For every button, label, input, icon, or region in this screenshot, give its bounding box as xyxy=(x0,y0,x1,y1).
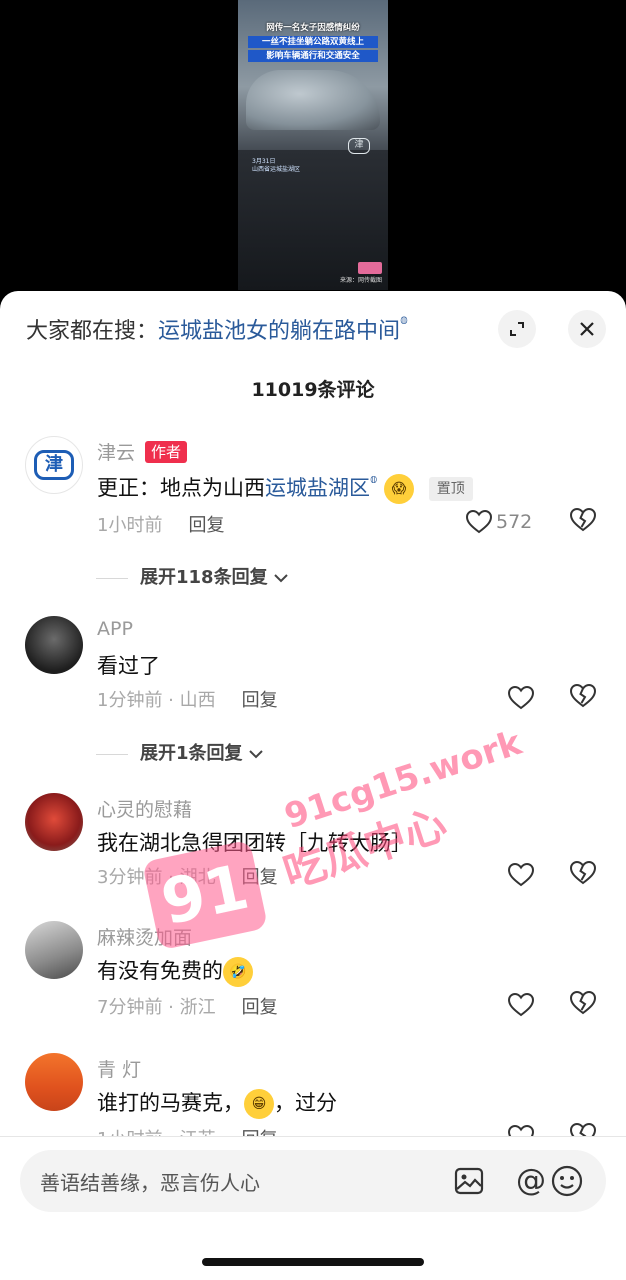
comment-input-bar: 善语结善缘，恶言伤人心 @ xyxy=(0,1136,626,1280)
dislike-icon xyxy=(569,507,597,532)
comment-text[interactable]: 有没有免费的 🤣 xyxy=(97,955,253,987)
video-sticker xyxy=(358,262,382,274)
at-mention-button[interactable]: @ xyxy=(514,1164,548,1198)
comment-author[interactable]: 津云 作者 xyxy=(97,438,188,465)
comment-meta: 1小时前 回复 xyxy=(97,515,225,536)
comment-item: APP 看过了 1分钟前 · 山西 回复 xyxy=(0,616,626,736)
video-frame xyxy=(246,70,380,130)
close-button[interactable] xyxy=(568,310,606,348)
comment-author[interactable]: 心灵的慰藉 xyxy=(97,795,192,822)
author-badge: 作者 xyxy=(145,441,188,463)
chevron-down-icon xyxy=(274,574,288,583)
search-keyword[interactable]: 运城盐池女的躺在路中间 xyxy=(158,319,400,344)
chevron-down-icon xyxy=(249,750,263,759)
video-source: 来源：网传截图 xyxy=(339,277,382,284)
heart-icon xyxy=(465,509,493,533)
avatar[interactable] xyxy=(25,921,83,979)
comment-item: 麻辣烫加面 有没有免费的 🤣 7分钟前 · 浙江 回复 xyxy=(0,921,626,1041)
dislike-icon xyxy=(569,860,597,885)
reply-button[interactable]: 回复 xyxy=(242,997,278,1018)
emoji-button[interactable] xyxy=(550,1164,584,1198)
pinned-badge: 置顶 xyxy=(428,477,473,501)
avatar[interactable]: 津 xyxy=(25,436,83,494)
video-player[interactable]: 网传一名女子因感情纠纷 一丝不挂坐躺公路双黄线上 影响车辆通行和交通安全 津 3… xyxy=(238,0,388,290)
comment-meta: 1分钟前 · 山西 回复 xyxy=(97,690,278,711)
expand-replies-button[interactable]: 展开118条回复 xyxy=(96,563,288,589)
dislike-button[interactable] xyxy=(569,683,597,708)
comment-input[interactable]: 善语结善缘，恶言伤人心 @ xyxy=(20,1150,606,1212)
dislike-button[interactable] xyxy=(569,860,597,885)
dislike-icon xyxy=(569,683,597,708)
laughing-emoji-icon: 🤣 xyxy=(223,957,253,987)
video-caption-1: 网传一名女子因感情纠纷 xyxy=(266,23,360,33)
comment-text[interactable]: 看过了 xyxy=(97,650,160,680)
expand-button[interactable] xyxy=(498,310,536,348)
comment-author[interactable]: APP xyxy=(97,618,133,640)
reply-button[interactable]: 回复 xyxy=(188,515,224,536)
like-button[interactable]: 572 xyxy=(465,508,533,534)
video-caption-2: 一丝不挂坐躺公路双黄线上 xyxy=(248,36,378,48)
reply-button[interactable]: 回复 xyxy=(242,867,278,888)
comment-text[interactable]: 谁打的马赛克， 😁 ，过分 xyxy=(97,1087,337,1119)
comment-item: 心灵的慰藉 我在湖北急得团团转［九转大肠］ 3分钟前 · 湖北 回复 xyxy=(0,793,626,913)
video-caption-3: 影响车辆通行和交通安全 xyxy=(248,50,378,62)
video-date: 3月31日 山西省运城盐湖区 xyxy=(252,158,301,173)
avatar[interactable] xyxy=(25,616,83,674)
comment-item: 津 津云 作者 更正：地点为山西运城盐湖区𝕠 😱 置顶 1小时前 回复 572 xyxy=(0,436,626,556)
video-area[interactable]: 网传一名女子因感情纠纷 一丝不挂坐躺公路双黄线上 影响车辆通行和交通安全 津 3… xyxy=(0,0,626,300)
reply-button[interactable]: 回复 xyxy=(242,690,278,711)
comment-meta: 7分钟前 · 浙江 回复 xyxy=(97,997,278,1018)
image-icon xyxy=(454,1167,484,1195)
expand-replies-button[interactable]: 展开1条回复 xyxy=(96,739,263,765)
image-button[interactable] xyxy=(452,1164,486,1198)
dislike-icon xyxy=(569,990,597,1015)
search-prefix: 大家都在搜： xyxy=(26,319,159,344)
search-suggestion[interactable]: 大家都在搜：运城盐池女的躺在路中间𝕠 xyxy=(26,313,408,345)
grinning-emoji-icon: 😁 xyxy=(244,1089,274,1119)
like-button[interactable] xyxy=(507,684,535,710)
dislike-button[interactable] xyxy=(569,990,597,1015)
video-logo-icon: 津 xyxy=(348,138,370,154)
heart-icon xyxy=(507,685,535,709)
comment-sheet: 大家都在搜：运城盐池女的躺在路中间𝕠 11019条评论 津 津云 作者 更正：地点… xyxy=(0,291,626,1280)
comment-meta: 3分钟前 · 湖北 回复 xyxy=(97,867,278,888)
dislike-button[interactable] xyxy=(569,507,597,532)
avatar[interactable] xyxy=(25,1053,83,1111)
scared-emoji-icon: 😱 xyxy=(384,474,415,504)
comment-author[interactable]: 青 灯 xyxy=(97,1055,141,1082)
comment-input-placeholder: 善语结善缘，恶言伤人心 xyxy=(40,1171,260,1195)
home-indicator xyxy=(202,1258,424,1266)
comment-author[interactable]: 麻辣烫加面 xyxy=(97,923,192,950)
like-count: 572 xyxy=(496,510,533,533)
like-button[interactable] xyxy=(507,991,535,1017)
search-icon: 𝕠 xyxy=(400,313,408,328)
at-icon: @ xyxy=(516,1163,546,1198)
close-icon xyxy=(580,322,594,336)
emoji-icon xyxy=(551,1165,583,1197)
heart-icon xyxy=(507,992,535,1016)
comment-text[interactable]: 我在湖北急得团团转［九转大肠］ xyxy=(97,827,412,857)
avatar[interactable] xyxy=(25,793,83,851)
expand-icon xyxy=(510,322,524,336)
like-button[interactable] xyxy=(507,861,535,887)
comment-count-title: 11019条评论 xyxy=(251,379,375,401)
heart-icon xyxy=(507,862,535,886)
search-icon: 𝕠 xyxy=(370,472,378,486)
comment-text[interactable]: 更正：地点为山西运城盐湖区𝕠 😱 置顶 xyxy=(97,472,473,504)
comment-keyword-link[interactable]: 运城盐湖区 xyxy=(265,476,370,500)
